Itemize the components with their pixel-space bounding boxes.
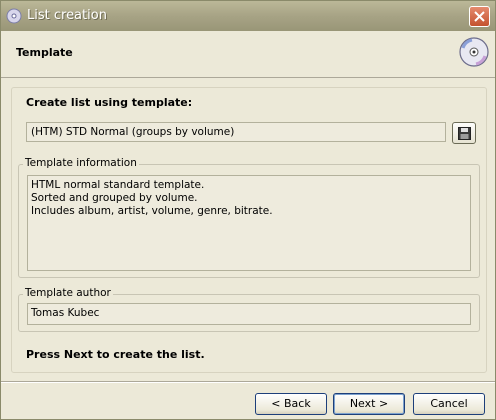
info-line: Sorted and grouped by volume. (31, 192, 198, 204)
title-bar[interactable]: List creation (1, 1, 495, 31)
back-button[interactable]: < Back (255, 393, 327, 415)
info-line: HTML normal standard template. (31, 179, 205, 191)
footer-divider (1, 381, 495, 383)
window-title: List creation (27, 8, 107, 23)
template-information-group: Template information HTML normal standar… (18, 157, 480, 278)
create-list-label: Create list using template: (26, 96, 193, 109)
next-button[interactable]: Next > (333, 393, 405, 415)
template-information-label: Template information (23, 157, 139, 169)
template-author-group: Template author Tomas Kubec (18, 287, 480, 332)
template-select[interactable]: (HTM) STD Normal (groups by volume) (26, 122, 446, 142)
header-title: Template (16, 46, 73, 59)
template-author-label: Template author (23, 287, 113, 299)
close-button[interactable] (469, 6, 490, 27)
wizard-header: Template (1, 31, 495, 78)
save-template-button[interactable] (452, 122, 476, 144)
app-disc-icon (6, 8, 22, 24)
template-author-field[interactable]: Tomas Kubec (27, 303, 471, 325)
disc-icon (458, 36, 490, 68)
close-icon (474, 11, 485, 22)
content-panel: Create list using template: (HTM) STD No… (11, 87, 487, 373)
template-information-memo[interactable]: HTML normal standard template. Sorted an… (27, 175, 471, 271)
info-line: Includes album, artist, volume, genre, b… (31, 205, 273, 217)
floppy-disk-icon (458, 127, 471, 140)
cancel-button[interactable]: Cancel (413, 393, 485, 415)
instruction-text: Press Next to create the list. (26, 348, 205, 361)
dialog-window: List creation Template Create list using… (0, 0, 496, 420)
